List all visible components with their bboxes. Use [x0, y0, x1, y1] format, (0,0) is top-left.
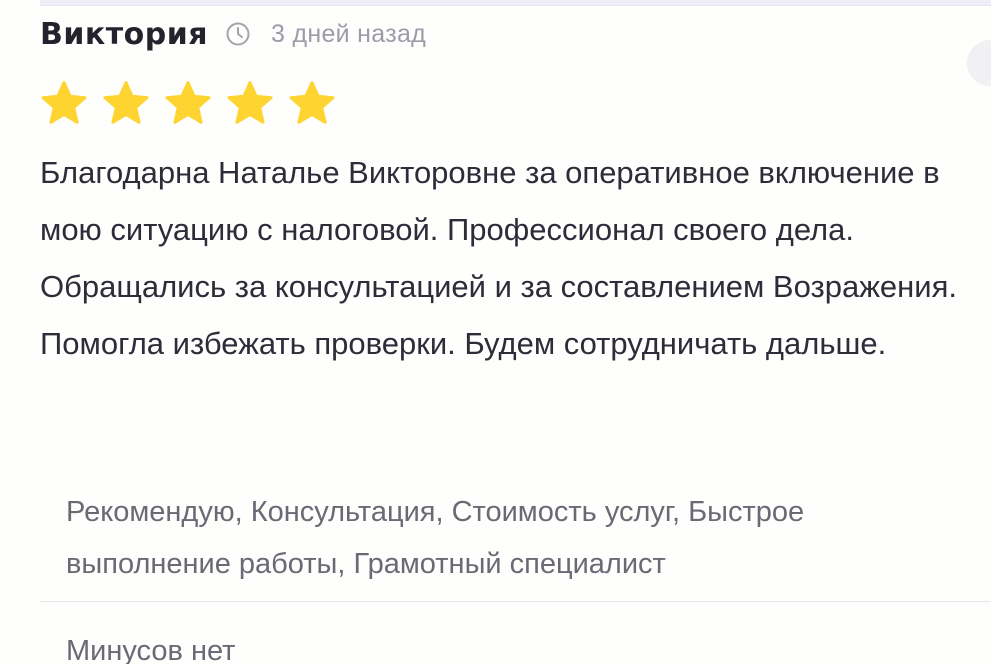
review-time: 3 дней назад [271, 19, 427, 48]
rating-stars [40, 80, 350, 126]
star-icon [165, 81, 211, 124]
divider [40, 601, 991, 602]
clock-icon [225, 21, 251, 47]
review-header: Виктория 3 дней назад [40, 14, 426, 54]
star-icon [103, 81, 149, 124]
cons-text: Минусов нет [66, 635, 236, 664]
card-top-border [40, 0, 991, 6]
review-card: Виктория 3 дней назад Благодарна Наталье… [0, 0, 991, 664]
pros-text: Рекомендую, Консультация, Стоимость услу… [66, 496, 805, 580]
star-icon [41, 81, 87, 124]
review-text: Благодарна Наталье Викторовне за операти… [40, 155, 958, 361]
star-icon [227, 81, 273, 124]
avatar [967, 40, 991, 86]
star-icon [289, 81, 335, 124]
author-name: Виктория [40, 16, 209, 52]
